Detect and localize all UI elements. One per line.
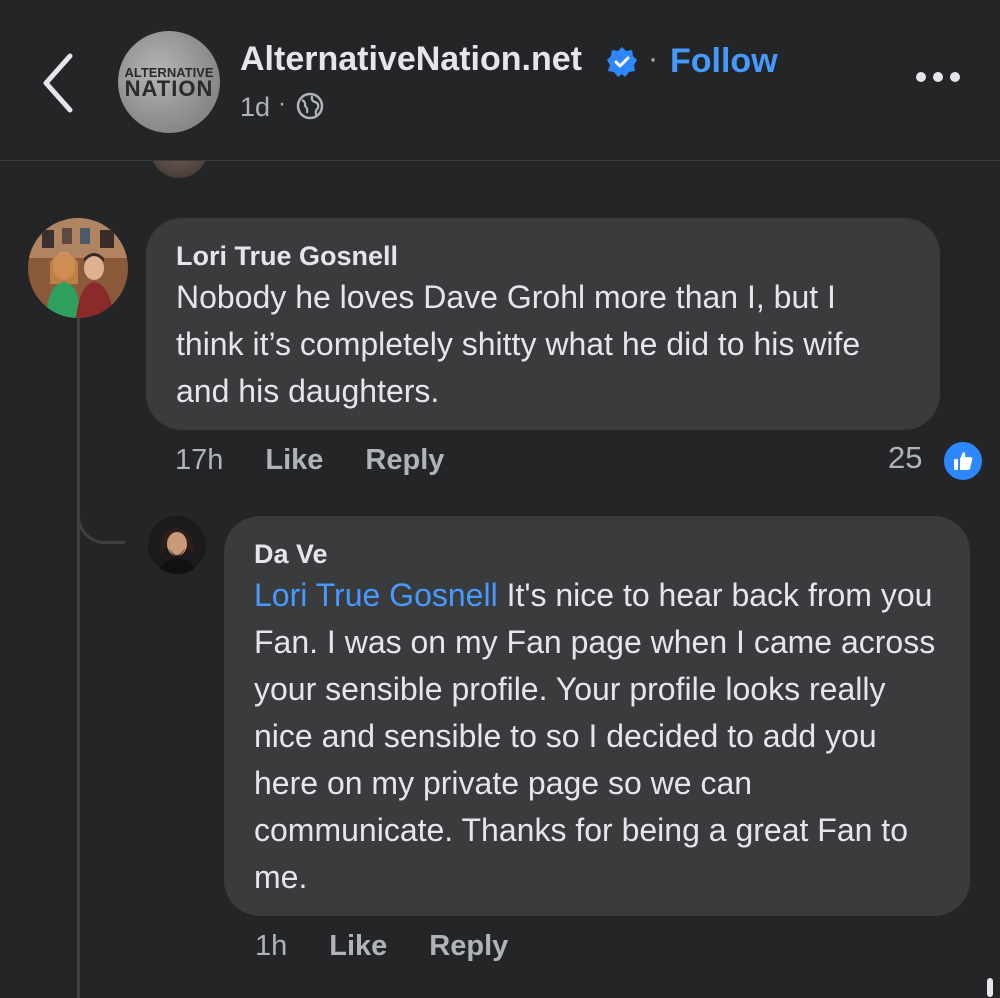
comment-actions: 17h Like Reply	[175, 444, 444, 477]
comment-bubble[interactable]: Lori True Gosnell Nobody he loves Dave G…	[146, 218, 940, 430]
reply-mention[interactable]: Lori True Gosnell	[254, 577, 498, 613]
page-name[interactable]: AlternativeNation.net	[240, 40, 582, 79]
reply-like-button[interactable]: Like	[329, 930, 387, 963]
like-button[interactable]: Like	[265, 444, 323, 477]
more-options-icon	[916, 72, 926, 82]
reply-text: Lori True Gosnell It's nice to hear back…	[254, 572, 940, 901]
globe-icon	[296, 92, 324, 120]
comment-author[interactable]: Lori True Gosnell	[176, 238, 910, 274]
page-avatar[interactable]: ALTERNATIVE NATION	[118, 31, 220, 133]
post-header: ALTERNATIVE NATION AlternativeNation.net…	[0, 0, 1000, 161]
comment-text: Nobody he loves Dave Grohl more than I, …	[176, 279, 861, 409]
back-chevron-icon	[43, 53, 73, 113]
scrollbar[interactable]	[987, 978, 993, 997]
verified-badge-icon	[607, 47, 637, 77]
reply-author[interactable]: Da Ve	[254, 536, 940, 572]
logo-text-bottom: NATION	[124, 75, 214, 101]
meta-separator: ·	[278, 90, 286, 117]
reaction-count[interactable]: 25	[888, 440, 922, 476]
follow-button[interactable]: Follow	[670, 42, 778, 81]
reply-reply-button[interactable]: Reply	[429, 930, 508, 963]
thumbs-up-icon	[954, 452, 973, 470]
header-separator: ·	[648, 42, 658, 75]
back-button[interactable]	[36, 50, 86, 116]
reply-button[interactable]: Reply	[365, 444, 444, 477]
more-options-button[interactable]	[916, 72, 966, 92]
reply-avatar[interactable]	[148, 516, 206, 574]
reply-actions: 1h Like Reply	[255, 930, 508, 963]
post-time[interactable]: 1d	[240, 92, 270, 123]
thread-line	[77, 318, 80, 998]
reply-bubble[interactable]: Da Ve Lori True Gosnell It's nice to hea…	[224, 516, 970, 916]
commenter-avatar[interactable]	[28, 218, 128, 318]
comment-time[interactable]: 17h	[175, 444, 223, 477]
reaction-badge[interactable]	[942, 440, 984, 482]
reply-body: It's nice to hear back from you Fan. I w…	[254, 577, 936, 895]
reply-time[interactable]: 1h	[255, 930, 287, 963]
thread-connector	[77, 500, 125, 544]
